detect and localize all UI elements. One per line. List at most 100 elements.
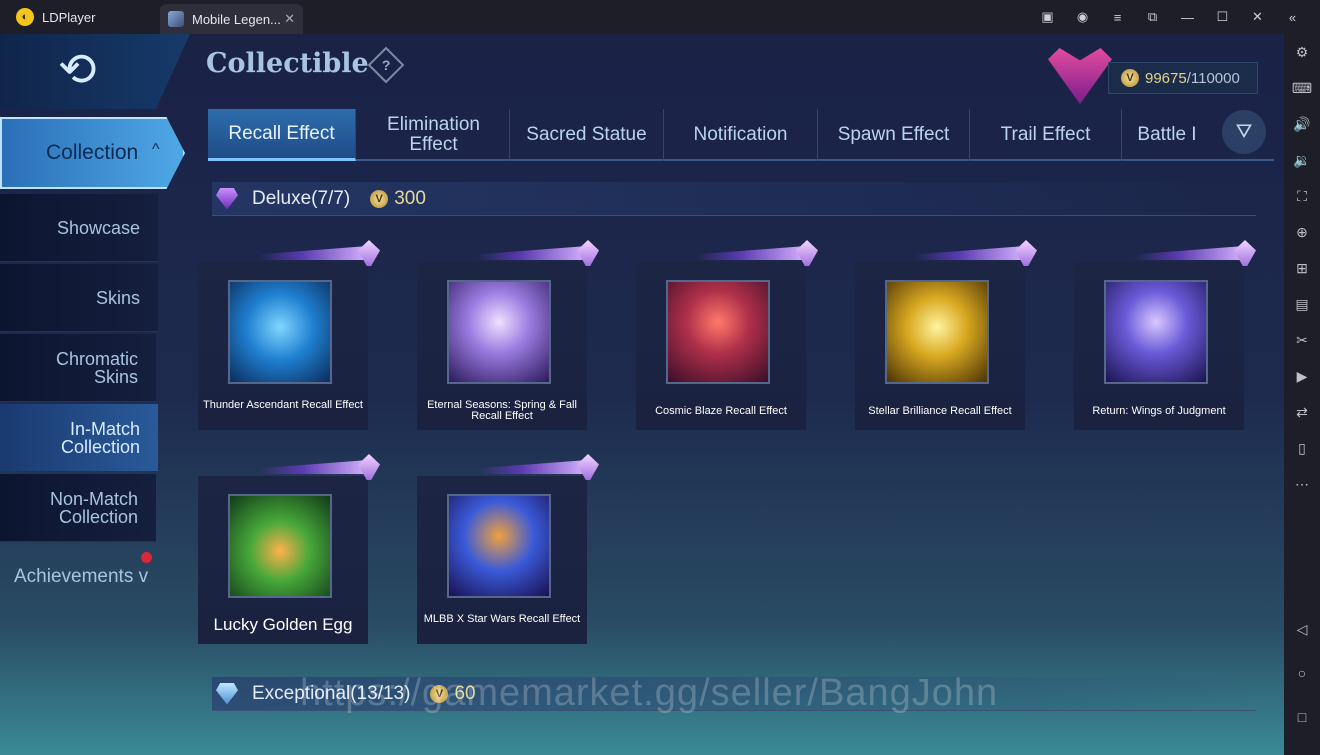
multi-instance-icon[interactable]: ⊞ [1292,258,1312,278]
scissors-icon[interactable]: ✂ [1292,330,1312,350]
emulator-toolbar: ⚙ ⌨ 🔊 🔉 ⛶ ⊕ ⊞ ▤ ✂ ▶ ⇄ ▯ ⋯ ◁ ○ □ [1284,34,1320,755]
sidebar-item-achievements[interactable]: Achievements v [14,566,148,588]
card-ribbon [258,246,368,260]
card-ribbon [477,460,587,474]
card-ribbon [696,246,806,260]
sync-icon[interactable]: ⇄ [1292,402,1312,422]
rank-badge-icon [1048,48,1112,104]
coin-icon: V [370,189,389,208]
filter-button[interactable]: ⛛ [1222,110,1266,154]
restore-icon[interactable]: ⧉ [1135,0,1170,34]
item-card[interactable]: Eternal Seasons: Spring & Fall Recall Ef… [417,240,599,430]
apk-icon[interactable]: ▤ [1292,294,1312,314]
item-thumbnail [447,494,551,598]
back-arrow-icon: ⟲ [58,43,97,95]
tab-label: Sacred Statue [526,124,647,145]
collapse-icon[interactable]: « [1275,0,1310,34]
tab-mobile-legends[interactable]: Mobile Legen... ✕ [160,4,303,34]
tab-sacred-statue[interactable]: Sacred Statue [510,109,664,161]
item-card[interactable]: Cosmic Blaze Recall Effect [636,240,818,430]
tab-label: Spawn Effect [837,124,950,145]
shake-icon[interactable]: ▯ [1292,438,1312,458]
item-thumbnail [228,494,332,598]
record-icon[interactable]: ▶ [1292,366,1312,386]
volume-up-icon[interactable]: 🔊 [1292,114,1312,134]
sidebar-item-in-match-collection[interactable]: In-Match Collection [0,404,158,472]
item-name: MLBB X Star Wars Recall Effect [423,613,581,625]
minimize-icon[interactable]: — [1170,0,1205,34]
account-icon[interactable]: ◉ [1065,0,1100,34]
tab-notification[interactable]: Notification [664,109,818,161]
sidebar-item-chromatic-skins[interactable]: Chromatic Skins [0,334,156,402]
item-card[interactable]: Return: Wings of Judgment [1074,240,1256,430]
category-tabs: Recall Effect Elimination Effect Sacred … [208,109,1274,161]
item-thumbnail [1104,280,1208,384]
item-card[interactable]: Stellar Brilliance Recall Effect [855,240,1037,430]
help-button[interactable]: ? [367,46,405,84]
item-thumbnail [885,280,989,384]
card-ribbon [477,246,587,260]
settings-icon[interactable]: ⚙ [1292,42,1312,62]
item-name: Thunder Ascendant Recall Effect [202,399,363,411]
more-icon[interactable]: ⋯ [1292,474,1312,494]
tab-battle[interactable]: Battle I [1122,109,1212,161]
tab-elimination-effect[interactable]: Elimination Effect [358,109,510,161]
price-value: 300 [394,187,426,209]
app-name: LDPlayer [42,9,96,25]
tab-label: Trail Effect [1000,124,1091,145]
close-icon[interactable]: ✕ [1240,0,1275,34]
ribbon-gem-icon [358,454,380,480]
game-screen: ⟲ Collectible ? V 99675/110000 Collectio… [0,34,1284,755]
title-bar: ◐ LDPlayer Mobile Legen... ✕ ▣ ◉ ≡ ⧉ — ☐… [0,0,1320,34]
item-card[interactable]: Thunder Ascendant Recall Effect [198,240,380,430]
keyboard-icon[interactable]: ⌨ [1292,78,1312,98]
sidebar-item-skins[interactable]: Skins [0,264,158,332]
item-name: Lucky Golden Egg [213,615,353,634]
ribbon-gem-icon [577,240,599,266]
watermark: https://gamemarket.gg/seller/BangJohn [300,672,999,714]
sidebar-item-collection[interactable]: Collection ^ [0,117,185,189]
ribbon-gem-icon [577,454,599,480]
recents-nav-icon[interactable]: □ [1292,707,1312,727]
home-nav-icon[interactable]: ○ [1292,663,1312,683]
gift-icon[interactable]: ▣ [1030,0,1065,34]
item-name: Eternal Seasons: Spring & Fall Recall Ef… [427,399,577,422]
ribbon-gem-icon [796,240,818,266]
card-ribbon [258,460,368,474]
back-button[interactable]: ⟲ [0,34,190,109]
tab-trail-effect[interactable]: Trail Effect [970,109,1122,161]
item-name: Stellar Brilliance Recall Effect [868,405,1012,417]
sidebar-item-showcase[interactable]: Showcase [0,194,158,262]
section-deluxe: Deluxe(7/7) V 300 [212,182,1256,216]
sidebar-item-label: Chromatic Skins [55,348,138,387]
section-title: Deluxe(7/7) [252,187,351,209]
notification-dot [141,552,152,563]
sidebar-item-label: Collection [46,141,139,164]
tab-label: Recall Effect [228,122,335,144]
tab-close-icon[interactable]: ✕ [284,11,295,27]
sidebar-item-non-match-collection[interactable]: Non-Match Collection [0,474,156,542]
item-thumbnail [228,280,332,384]
tab-label: Elimination Effect [387,114,480,155]
tab-label: Battle I [1137,124,1197,145]
page-title: Collectible [206,48,369,79]
menu-icon[interactable]: ≡ [1100,0,1135,34]
tab-spawn-effect[interactable]: Spawn Effect [818,109,970,161]
ldplayer-logo-icon: ◐ [16,8,34,26]
game-tab-icon [168,11,184,27]
tab-title: Mobile Legen... [192,11,281,27]
maximize-icon[interactable]: ☐ [1205,0,1240,34]
volume-down-icon[interactable]: 🔉 [1292,150,1312,170]
exceptional-gem-icon [216,682,238,705]
tab-recall-effect[interactable]: Recall Effect [208,109,356,161]
back-nav-icon[interactable]: ◁ [1292,619,1312,639]
deluxe-gem-icon [216,187,238,210]
screenshot-icon[interactable]: ⛶ [1292,186,1312,206]
card-ribbon [915,246,1025,260]
sidebar-item-label: Achievements [14,566,134,587]
sidebar-item-label: Showcase [56,217,140,238]
item-card[interactable]: Lucky Golden Egg [198,454,380,644]
add-app-icon[interactable]: ⊕ [1292,222,1312,242]
filter-icon: ⛛ [1235,120,1253,143]
item-card[interactable]: MLBB X Star Wars Recall Effect [417,454,599,644]
